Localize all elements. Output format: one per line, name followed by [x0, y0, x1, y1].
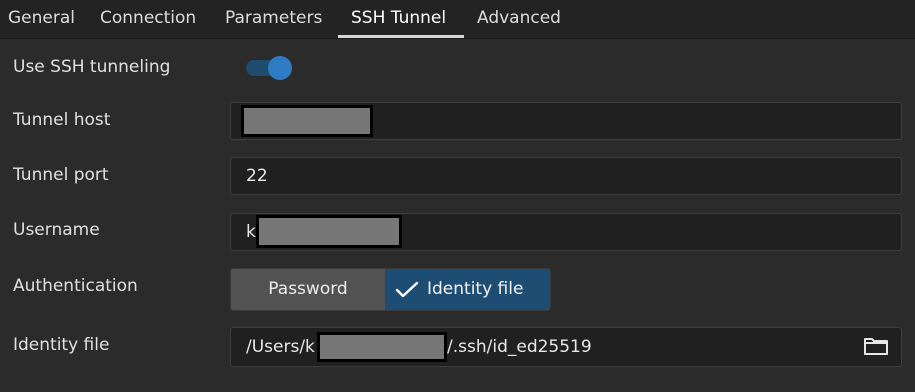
- redaction-box: [317, 332, 447, 362]
- tab-advanced[interactable]: Advanced: [477, 0, 561, 38]
- check-icon: [395, 281, 419, 298]
- tunnel-host-label: Tunnel host: [13, 110, 111, 130]
- authentication-segmented-control: Password Identity file: [230, 268, 551, 311]
- ssh-tunnel-settings-panel: General Connection Parameters SSH Tunnel…: [0, 0, 915, 392]
- folder-icon[interactable]: [863, 336, 889, 356]
- tunnel-port-label: Tunnel port: [13, 165, 109, 185]
- tab-connection[interactable]: Connection: [100, 0, 196, 38]
- username-input[interactable]: k: [230, 213, 902, 251]
- identity-file-input[interactable]: /Users/k /.ssh/id_ed25519: [230, 327, 902, 367]
- authentication-label: Authentication: [13, 276, 138, 296]
- toggle-knob: [268, 56, 292, 80]
- tunnel-port-input[interactable]: 22: [230, 157, 902, 195]
- identity-file-label: Identity file: [13, 335, 110, 355]
- username-value: k: [246, 222, 256, 242]
- username-label: Username: [13, 220, 100, 240]
- auth-identity-file-option[interactable]: Identity file: [385, 269, 550, 310]
- tab-general[interactable]: General: [8, 0, 75, 38]
- auth-password-label: Password: [268, 279, 348, 299]
- auth-password-option[interactable]: Password: [231, 269, 385, 310]
- redaction-box: [241, 105, 373, 137]
- active-tab-indicator: [338, 35, 464, 38]
- tunnel-host-input[interactable]: [230, 102, 902, 140]
- identity-file-prefix: /Users/k: [246, 337, 315, 357]
- use-ssh-label: Use SSH tunneling: [13, 57, 171, 77]
- tab-parameters[interactable]: Parameters: [225, 0, 322, 38]
- identity-file-suffix: /.ssh/id_ed25519: [447, 337, 592, 357]
- use-ssh-toggle[interactable]: [246, 56, 292, 80]
- tab-ssh-tunnel[interactable]: SSH Tunnel: [351, 0, 446, 38]
- tunnel-port-value: 22: [246, 166, 268, 186]
- auth-identity-file-label: Identity file: [427, 279, 524, 299]
- redaction-box: [256, 215, 402, 248]
- tab-bar: General Connection Parameters SSH Tunnel…: [0, 0, 915, 39]
